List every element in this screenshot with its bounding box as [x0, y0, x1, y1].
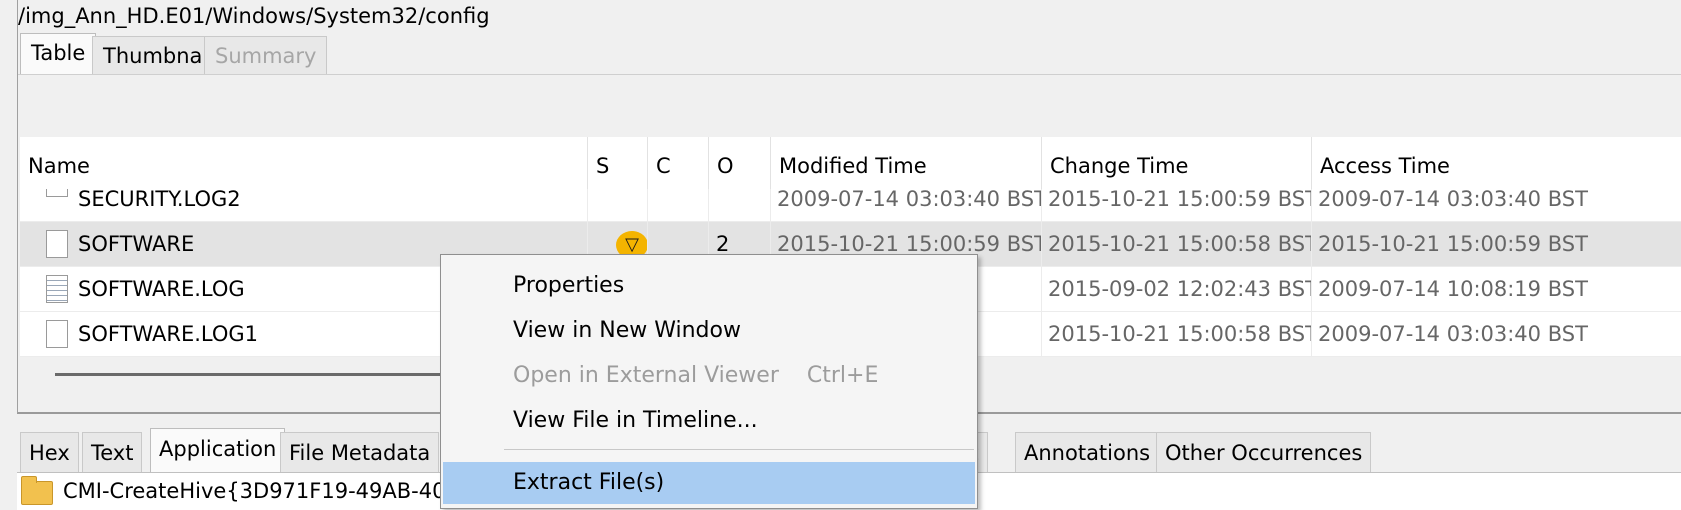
menu-separator	[504, 449, 974, 450]
breadcrumb: /img_Ann_HD.E01/Windows/System32/config	[18, 4, 490, 28]
tab-application[interactable]: Application	[150, 428, 286, 472]
file-icon	[46, 189, 68, 197]
modified-time: 2009-07-14 03:03:40 BST	[771, 189, 1042, 222]
access-time: 2009-07-14 03:03:40 BST	[1318, 322, 1588, 346]
tab-table[interactable]: Table	[20, 33, 97, 75]
menu-item-view-in-new-window[interactable]: View in New Window	[443, 310, 975, 352]
change-time: 2015-10-21 15:00:58 BST	[1042, 222, 1312, 267]
tab-divider	[18, 74, 1681, 75]
change-time: 2015-10-21 15:00:59 BST	[1042, 189, 1312, 222]
column-header-o[interactable]: O	[709, 137, 771, 189]
change-time: 2015-10-21 15:00:58 BST	[1042, 312, 1312, 357]
table-row[interactable]: SECURITY.LOG2 2009-07-14 03:03:40 BST 20…	[20, 189, 1681, 222]
access-time: 2009-07-14 10:08:19 BST	[1318, 277, 1588, 301]
tab-summary: Summary	[204, 36, 328, 74]
horizontal-scrollbar[interactable]	[55, 373, 485, 376]
access-time: 2015-10-21 15:00:59 BST	[1318, 232, 1588, 256]
tab-text[interactable]: Text	[82, 432, 143, 472]
column-header-access-time[interactable]: Access Time	[1312, 137, 1681, 189]
file-name: SOFTWARE.LOG	[78, 277, 245, 301]
tab-annotations[interactable]: Annotations	[1015, 432, 1160, 472]
column-header-modified-time[interactable]: Modified Time	[771, 137, 1042, 189]
menu-item-view-file-in-timeline[interactable]: View File in Timeline...	[443, 400, 975, 442]
menu-item-open-in-external-viewer: Open in External Viewer Ctrl+E	[443, 355, 975, 397]
column-header-c[interactable]: C	[648, 137, 709, 189]
tab-other-occurrences[interactable]: Other Occurrences	[1156, 432, 1372, 472]
access-time: 2009-07-14 03:03:40 BST	[1318, 189, 1588, 211]
table-header: Name S C O Modified Time Change Time Acc…	[20, 137, 1681, 190]
tab-hex[interactable]: Hex	[20, 432, 79, 472]
tab-file-metadata[interactable]: File Metadata	[280, 432, 440, 472]
menu-item-label: Open in External Viewer	[513, 363, 779, 388]
context-menu: Properties View in New Window Open in Ex…	[440, 254, 978, 509]
menu-item-extract-files[interactable]: Extract File(s)	[443, 462, 975, 504]
file-name: SOFTWARE.LOG1	[78, 322, 259, 346]
file-icon	[46, 320, 68, 348]
menu-item-properties[interactable]: Properties	[443, 265, 975, 307]
file-icon	[46, 230, 68, 258]
tree-item[interactable]: CMI-CreateHive{3D971F19-49AB-400	[63, 473, 459, 510]
column-header-name[interactable]: Name	[20, 137, 588, 189]
log-file-icon	[46, 275, 68, 303]
column-header-change-time[interactable]: Change Time	[1042, 137, 1312, 189]
folder-icon	[21, 476, 53, 505]
menu-shortcut: Ctrl+E	[806, 363, 879, 388]
column-header-s[interactable]: S	[588, 137, 648, 189]
change-time: 2015-09-02 12:02:43 BST	[1042, 267, 1312, 312]
file-name: SOFTWARE	[78, 232, 195, 256]
file-name: SECURITY.LOG2	[78, 189, 241, 211]
